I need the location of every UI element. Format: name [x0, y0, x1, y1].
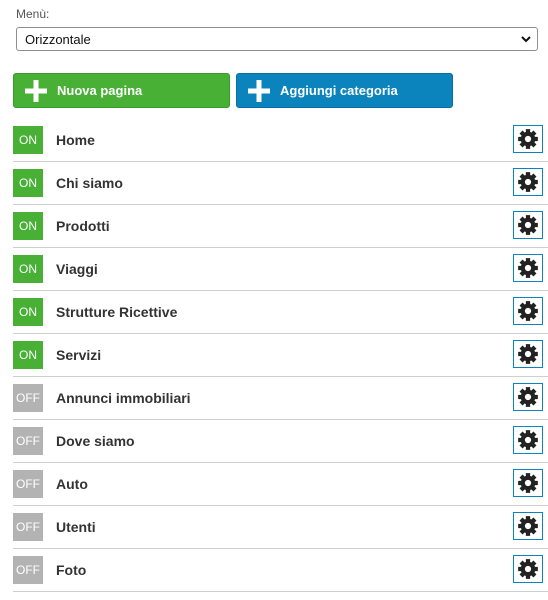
status-toggle[interactable]: ON: [13, 298, 43, 326]
settings-button[interactable]: [513, 469, 543, 497]
settings-button[interactable]: [513, 512, 543, 540]
status-toggle[interactable]: ON: [13, 255, 43, 283]
new-page-button[interactable]: Nuova pagina: [13, 73, 230, 108]
status-toggle[interactable]: ON: [13, 212, 43, 240]
list-item: OFF Utenti: [13, 506, 548, 549]
list-item: OFF Foto: [13, 549, 548, 592]
page-name[interactable]: Foto: [56, 562, 86, 578]
page-name[interactable]: Servizi: [56, 347, 101, 363]
page-name[interactable]: Viaggi: [56, 261, 98, 277]
page-name[interactable]: Chi siamo: [56, 175, 123, 191]
menu-select-value: Orizzontale: [25, 31, 91, 47]
gear-icon: [518, 301, 538, 321]
settings-button[interactable]: [513, 383, 543, 411]
page-name[interactable]: Home: [56, 132, 95, 148]
add-category-label: Aggiungi categoria: [280, 83, 398, 98]
list-item: ON Home: [13, 119, 548, 162]
status-toggle[interactable]: OFF: [13, 513, 43, 541]
settings-button[interactable]: [513, 555, 543, 583]
page-list: ON Home ON Chi siamo ON Prodotti ON Viag…: [13, 119, 548, 592]
page-name[interactable]: Dove siamo: [56, 433, 135, 449]
menu-label: Menù:: [16, 7, 50, 21]
status-toggle[interactable]: OFF: [13, 384, 43, 412]
add-category-button[interactable]: Aggiungi categoria: [236, 73, 453, 108]
status-toggle[interactable]: OFF: [13, 556, 43, 584]
status-toggle[interactable]: ON: [13, 169, 43, 197]
page-name[interactable]: Utenti: [56, 519, 96, 535]
gear-icon: [518, 516, 538, 536]
list-item: ON Strutture Ricettive: [13, 291, 548, 334]
gear-icon: [518, 387, 538, 407]
list-item: ON Chi siamo: [13, 162, 548, 205]
status-toggle[interactable]: OFF: [13, 470, 43, 498]
list-item: ON Viaggi: [13, 248, 548, 291]
new-page-label: Nuova pagina: [57, 83, 143, 98]
settings-button[interactable]: [513, 125, 543, 153]
settings-button[interactable]: [513, 254, 543, 282]
page-name[interactable]: Prodotti: [56, 218, 110, 234]
gear-icon: [518, 258, 538, 278]
gear-icon: [518, 344, 538, 364]
gear-icon: [518, 473, 538, 493]
menu-select[interactable]: Orizzontale: [16, 27, 538, 51]
plus-icon: [248, 79, 270, 102]
list-item: OFF Annunci immobiliari: [13, 377, 548, 420]
list-item: OFF Auto: [13, 463, 548, 506]
status-toggle[interactable]: OFF: [13, 427, 43, 455]
gear-icon: [518, 215, 538, 235]
page-name[interactable]: Auto: [56, 476, 88, 492]
page-name[interactable]: Annunci immobiliari: [56, 390, 191, 406]
status-toggle[interactable]: ON: [13, 126, 43, 154]
chevron-down-icon: [521, 36, 531, 43]
list-item: ON Servizi: [13, 334, 548, 377]
gear-icon: [518, 172, 538, 192]
settings-button[interactable]: [513, 340, 543, 368]
settings-button[interactable]: [513, 168, 543, 196]
list-item: ON Prodotti: [13, 205, 548, 248]
settings-button[interactable]: [513, 297, 543, 325]
page-name[interactable]: Strutture Ricettive: [56, 304, 177, 320]
list-item: OFF Dove siamo: [13, 420, 548, 463]
gear-icon: [518, 430, 538, 450]
status-toggle[interactable]: ON: [13, 341, 43, 369]
menu-editor: Menù: Orizzontale Nuova pagina Aggiungi …: [0, 0, 548, 600]
settings-button[interactable]: [513, 211, 543, 239]
plus-icon: [25, 79, 47, 102]
gear-icon: [518, 129, 538, 149]
gear-icon: [518, 559, 538, 579]
settings-button[interactable]: [513, 426, 543, 454]
